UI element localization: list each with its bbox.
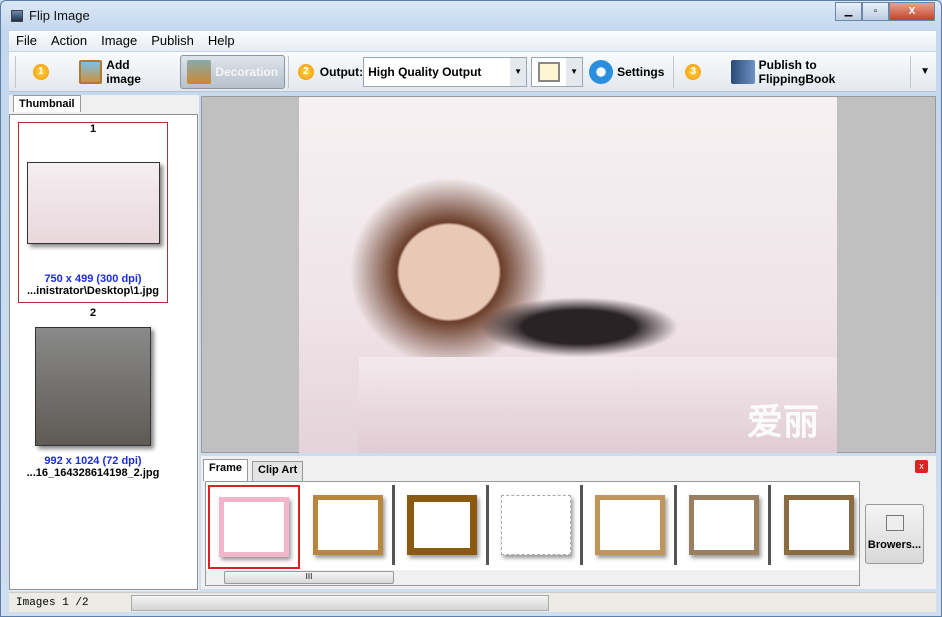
close-button[interactable]: X [889, 2, 935, 21]
toolbar: 1 Add image Decoration 2 Output: High Qu… [9, 52, 936, 92]
add-image-button[interactable]: Add image [73, 55, 173, 89]
decoration-icon [187, 59, 212, 84]
add-image-icon [78, 59, 103, 84]
menu-bar: File Action Image Publish Help [9, 31, 936, 51]
menu-help[interactable]: Help [201, 31, 242, 51]
decoration-panel: Frame Clip Art x III Browers... [201, 456, 936, 589]
decoration-button[interactable]: Decoration [180, 54, 286, 89]
frame-item[interactable] [585, 485, 677, 565]
tab-clip-art[interactable]: Clip Art [252, 461, 304, 481]
tab-thumbnail[interactable]: Thumbnail [13, 95, 81, 112]
frame-item[interactable] [491, 485, 583, 565]
menu-publish[interactable]: Publish [144, 31, 201, 51]
app-window: Flip Image ▁ ▫ X File Action Image Publi… [0, 0, 942, 617]
thumbnail-item[interactable]: 1 750 x 499 (300 dpi) ...inistrator\Desk… [18, 122, 168, 303]
status-text: Images 1 /2 [16, 597, 89, 609]
minimize-button[interactable]: ▁ [835, 2, 862, 21]
frame-item[interactable] [773, 485, 865, 565]
tab-frame[interactable]: Frame [203, 459, 249, 481]
thumbnail-item[interactable]: 2 992 x 1024 (72 dpi) ...16_164328614198… [18, 307, 168, 479]
add-folder-icon [885, 515, 904, 531]
chevron-down-icon: ▼ [510, 57, 527, 86]
step-2-badge: 2 [298, 63, 314, 80]
step-3-badge: 3 [685, 63, 702, 80]
title-bar: Flip Image [11, 8, 90, 23]
book-icon [731, 59, 755, 84]
output-label: Output: [319, 64, 364, 79]
frame-item-selected[interactable] [208, 485, 300, 569]
output-select[interactable]: High Quality Output ▼ [363, 56, 528, 87]
close-panel-button[interactable]: x [915, 460, 928, 473]
frame-gallery: III [205, 481, 860, 586]
browse-button[interactable]: Browers... [865, 504, 924, 564]
frame-item[interactable] [679, 485, 771, 565]
thumbnail-image [35, 327, 151, 446]
thumbnail-panel: Thumbnail 1 750 x 499 (300 dpi) ...inist… [9, 95, 199, 591]
preview-area: 爱丽 [201, 96, 936, 453]
thumbnail-list: 1 750 x 499 (300 dpi) ...inistrator\Desk… [9, 114, 198, 590]
window-title: Flip Image [29, 8, 90, 23]
status-bar: Images 1 /2 [9, 592, 936, 612]
preview-image: 爱丽 [299, 97, 837, 453]
color-swatch [538, 61, 561, 82]
maximize-button[interactable]: ▫ [862, 2, 889, 21]
step-1-badge: 1 [32, 63, 49, 80]
scrollbar-thumb[interactable]: III [224, 571, 394, 584]
gear-icon [589, 59, 614, 84]
menu-action[interactable]: Action [44, 31, 94, 51]
menu-file[interactable]: File [9, 31, 44, 51]
menu-image[interactable]: Image [94, 31, 144, 51]
frame-item[interactable] [303, 485, 395, 565]
frame-item[interactable] [397, 485, 489, 565]
app-icon [11, 9, 23, 22]
thumbnail-image [26, 162, 160, 244]
status-progress [131, 595, 549, 611]
publish-dropdown[interactable]: ▼ [914, 66, 936, 77]
horizontal-scrollbar[interactable]: III [206, 570, 859, 585]
publish-button[interactable]: Publish to FlippingBook [725, 55, 900, 89]
color-select[interactable]: ▼ [531, 56, 584, 87]
settings-button[interactable]: Settings [583, 55, 670, 89]
watermark: 爱丽 [746, 401, 819, 442]
chevron-down-icon: ▼ [566, 57, 583, 86]
